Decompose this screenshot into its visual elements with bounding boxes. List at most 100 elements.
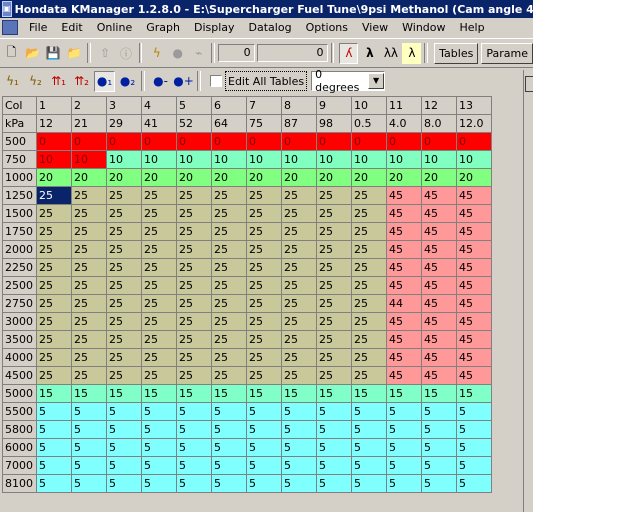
table-cell[interactable]: 25 xyxy=(351,330,387,349)
table-cell[interactable]: 25 xyxy=(246,348,282,367)
table-cell[interactable]: 25 xyxy=(281,312,317,331)
tables-button[interactable]: Tables xyxy=(434,42,479,64)
vtc2-table-icon[interactable]: ●₂ xyxy=(117,71,138,92)
table-cell[interactable]: 5 xyxy=(421,402,457,421)
table-cell[interactable]: 5 xyxy=(351,474,387,493)
vtc1-table-icon[interactable]: ●₁ xyxy=(94,70,115,92)
table-cell[interactable]: 10 xyxy=(421,150,457,169)
table-cell[interactable]: 25 xyxy=(281,258,317,277)
table-cell[interactable]: 25 xyxy=(36,312,72,331)
table-cell[interactable]: 45 xyxy=(386,312,422,331)
table-cell[interactable]: 0 xyxy=(246,132,282,151)
table-cell[interactable]: 25 xyxy=(36,330,72,349)
table-cell[interactable]: 5 xyxy=(421,456,457,475)
table-cell[interactable]: 45 xyxy=(386,240,422,259)
table-cell[interactable]: 45 xyxy=(421,258,457,277)
table-cell[interactable]: 5 xyxy=(351,402,387,421)
table-cell[interactable]: 5 xyxy=(386,474,422,493)
lambda-tune-icon[interactable]: λ xyxy=(402,42,422,64)
table-cell[interactable]: 0 xyxy=(71,132,107,151)
table-cell[interactable]: 15 xyxy=(36,384,72,403)
table-cell[interactable]: 45 xyxy=(456,366,492,385)
table-cell[interactable]: 25 xyxy=(141,222,177,241)
table-cell[interactable]: 5 xyxy=(36,402,72,421)
table-cell[interactable]: 25 xyxy=(176,276,212,295)
table-cell[interactable]: 25 xyxy=(281,204,317,223)
table-cell[interactable]: 5 xyxy=(36,456,72,475)
table-cell[interactable]: 25 xyxy=(176,330,212,349)
table-cell[interactable]: 25 xyxy=(36,348,72,367)
table-cell[interactable]: 25 xyxy=(211,258,247,277)
table-cell[interactable]: 25 xyxy=(71,186,107,205)
table-cell[interactable]: 5 xyxy=(316,438,352,457)
table-cell[interactable]: 10 xyxy=(456,150,492,169)
table-cell[interactable]: 25 xyxy=(246,294,282,313)
table-cell[interactable]: 25 xyxy=(71,330,107,349)
table-cell[interactable]: 5 xyxy=(176,474,212,493)
table-cell[interactable]: 0 xyxy=(456,132,492,151)
table-cell[interactable]: 25 xyxy=(211,330,247,349)
table-cell[interactable]: 25 xyxy=(36,366,72,385)
table-cell[interactable]: 45 xyxy=(386,348,422,367)
table-cell[interactable]: 5 xyxy=(106,438,142,457)
table-cell[interactable]: 45 xyxy=(386,204,422,223)
table-cell[interactable]: 25 xyxy=(351,366,387,385)
table-cell[interactable]: 25 xyxy=(71,312,107,331)
table-cell[interactable]: 5 xyxy=(456,420,492,439)
table-cell[interactable]: 5 xyxy=(106,456,142,475)
table-cell[interactable]: 5 xyxy=(386,420,422,439)
menu-online[interactable]: Online xyxy=(90,21,139,34)
table-cell[interactable]: 25 xyxy=(281,240,317,259)
table-cell[interactable]: 5 xyxy=(106,402,142,421)
table-cell[interactable]: 0 xyxy=(211,132,247,151)
table-cell[interactable]: 20 xyxy=(211,168,247,187)
table-cell[interactable]: 5 xyxy=(246,402,282,421)
table-cell[interactable]: 10 xyxy=(316,150,352,169)
table-cell[interactable]: 5 xyxy=(316,456,352,475)
table-cell[interactable]: 25 xyxy=(36,222,72,241)
menu-options[interactable]: Options xyxy=(299,21,355,34)
table-cell[interactable]: 25 xyxy=(176,258,212,277)
table-cell[interactable]: 45 xyxy=(421,186,457,205)
table-cell[interactable]: 25 xyxy=(36,276,72,295)
table-cell[interactable]: 5 xyxy=(421,420,457,439)
table-cell[interactable]: 0 xyxy=(316,132,352,151)
table-cell[interactable]: 25 xyxy=(176,186,212,205)
table-cell[interactable]: 25 xyxy=(176,240,212,259)
table-cell[interactable]: 25 xyxy=(316,222,352,241)
table-cell[interactable]: 5 xyxy=(281,474,317,493)
table-cell[interactable]: 25 xyxy=(316,204,352,223)
ign1-table-icon[interactable]: ⇈₁ xyxy=(48,71,69,92)
table-cell[interactable]: 25 xyxy=(71,276,107,295)
table-cell[interactable]: 25 xyxy=(141,186,177,205)
table-cell[interactable]: 5 xyxy=(456,438,492,457)
table-cell[interactable]: 25 xyxy=(71,348,107,367)
table-cell[interactable]: 45 xyxy=(421,204,457,223)
table-cell[interactable]: 15 xyxy=(176,384,212,403)
table-cell[interactable]: 25 xyxy=(71,294,107,313)
table-cell[interactable]: 10 xyxy=(71,150,107,169)
table-cell[interactable]: 5 xyxy=(281,456,317,475)
table-cell[interactable]: 0 xyxy=(36,132,72,151)
table-cell[interactable]: 25 xyxy=(176,222,212,241)
table-cell[interactable]: 25 xyxy=(71,222,107,241)
table-cell[interactable]: 25 xyxy=(141,294,177,313)
table-cell[interactable]: 45 xyxy=(421,294,457,313)
table-cell[interactable]: 25 xyxy=(316,186,352,205)
upload-icon[interactable]: ⇧ xyxy=(96,43,115,64)
table-cell[interactable]: 45 xyxy=(421,348,457,367)
table-cell[interactable]: 5 xyxy=(141,456,177,475)
table-cell[interactable]: 20 xyxy=(36,168,72,187)
table-cell[interactable]: 45 xyxy=(456,258,492,277)
table-cell[interactable]: 25 xyxy=(351,222,387,241)
table-cell[interactable]: 15 xyxy=(316,384,352,403)
table-cell[interactable]: 5 xyxy=(141,474,177,493)
table-cell[interactable]: 25 xyxy=(246,186,282,205)
table-cell[interactable]: 25 xyxy=(246,366,282,385)
table-cell[interactable]: 25 xyxy=(246,240,282,259)
table-cell[interactable]: 25 xyxy=(316,294,352,313)
table-cell[interactable]: 25 xyxy=(351,240,387,259)
table-cell[interactable]: 5 xyxy=(281,402,317,421)
table-cell[interactable]: 25 xyxy=(141,240,177,259)
edit-all-tables-label[interactable]: Edit All Tables xyxy=(225,71,308,91)
